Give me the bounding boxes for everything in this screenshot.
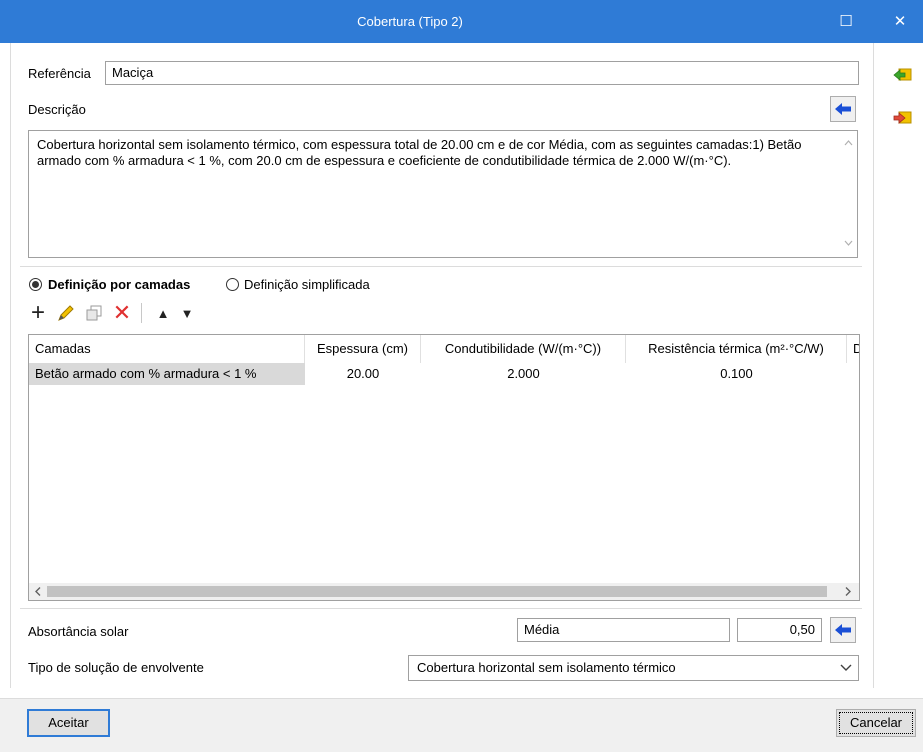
referencia-label: Referência [28, 66, 91, 81]
layers-table: Camadas Espessura (cm) Condutibilidade (… [28, 334, 860, 601]
radio-definicao-camadas[interactable] [29, 278, 42, 291]
column-header-extra[interactable]: D [847, 335, 859, 363]
maximize-button[interactable]: ☐ [823, 0, 869, 43]
cancel-button[interactable]: Cancelar [836, 709, 916, 737]
descricao-label: Descrição [28, 102, 86, 117]
toolbar-separator [141, 303, 142, 323]
cell-espessura[interactable]: 20.00 [305, 363, 421, 385]
cell-condutibilidade[interactable]: 2.000 [421, 363, 626, 385]
export-arrow-icon[interactable] [893, 110, 913, 126]
delete-icon[interactable]: ✕ [111, 302, 133, 324]
tipo-solucao-value: Cobertura horizontal sem isolamento térm… [417, 660, 676, 675]
descricao-textarea[interactable]: Cobertura horizontal sem isolamento térm… [28, 130, 858, 258]
footer-bar [0, 698, 923, 752]
tipo-solucao-label: Tipo de solução de envolvente [28, 660, 204, 675]
copy-icon[interactable] [83, 302, 105, 324]
window-title: Cobertura (Tipo 2) [357, 14, 463, 29]
absortancia-value-field[interactable]: 0,50 [737, 618, 822, 642]
pencil-icon[interactable] [55, 302, 77, 324]
cell-camada[interactable]: Betão armado com % armadura < 1 % [29, 363, 305, 385]
import-arrow-icon[interactable] [893, 67, 913, 83]
descricao-arrow-button[interactable] [830, 96, 856, 122]
table-row[interactable]: Betão armado com % armadura < 1 % 20.00 … [29, 363, 859, 385]
radio-definicao-camadas-label[interactable]: Definição por camadas [48, 277, 190, 292]
column-header-resistencia[interactable]: Resistência térmica (m²·°C/W) [626, 335, 847, 363]
absortancia-arrow-button[interactable] [830, 617, 856, 643]
radio-definicao-simplificada[interactable] [226, 278, 239, 291]
move-up-icon[interactable]: ▲ [152, 302, 174, 324]
left-arrow-icon [835, 624, 851, 636]
chevron-down-icon [840, 664, 852, 671]
table-horizontal-scrollbar[interactable] [29, 583, 859, 600]
move-down-icon[interactable]: ▼ [176, 302, 198, 324]
column-header-espessura[interactable]: Espessura (cm) [305, 335, 421, 363]
left-arrow-icon [835, 103, 851, 115]
descricao-scrollbar[interactable] [840, 131, 857, 257]
cell-resistencia[interactable]: 0.100 [626, 363, 847, 385]
column-header-condutibilidade[interactable]: Condutibilidade (W/(m·°C)) [421, 335, 626, 363]
divider [20, 608, 862, 609]
radio-definicao-simplificada-label[interactable]: Definição simplificada [244, 277, 370, 292]
absortancia-category-field[interactable]: Média [517, 618, 730, 642]
absortancia-label: Absortância solar [28, 624, 129, 639]
close-button[interactable]: ✕ [877, 0, 923, 43]
column-header-camadas[interactable]: Camadas [29, 335, 305, 363]
referencia-input[interactable]: Maciça [105, 61, 859, 85]
descricao-text: Cobertura horizontal sem isolamento térm… [37, 137, 802, 168]
plus-icon[interactable]: + [27, 301, 49, 325]
accept-button[interactable]: Aceitar [27, 709, 110, 737]
title-bar: Cobertura (Tipo 2) ☐ ✕ [0, 0, 923, 43]
tipo-solucao-select[interactable]: Cobertura horizontal sem isolamento térm… [408, 655, 859, 681]
divider [20, 266, 862, 267]
